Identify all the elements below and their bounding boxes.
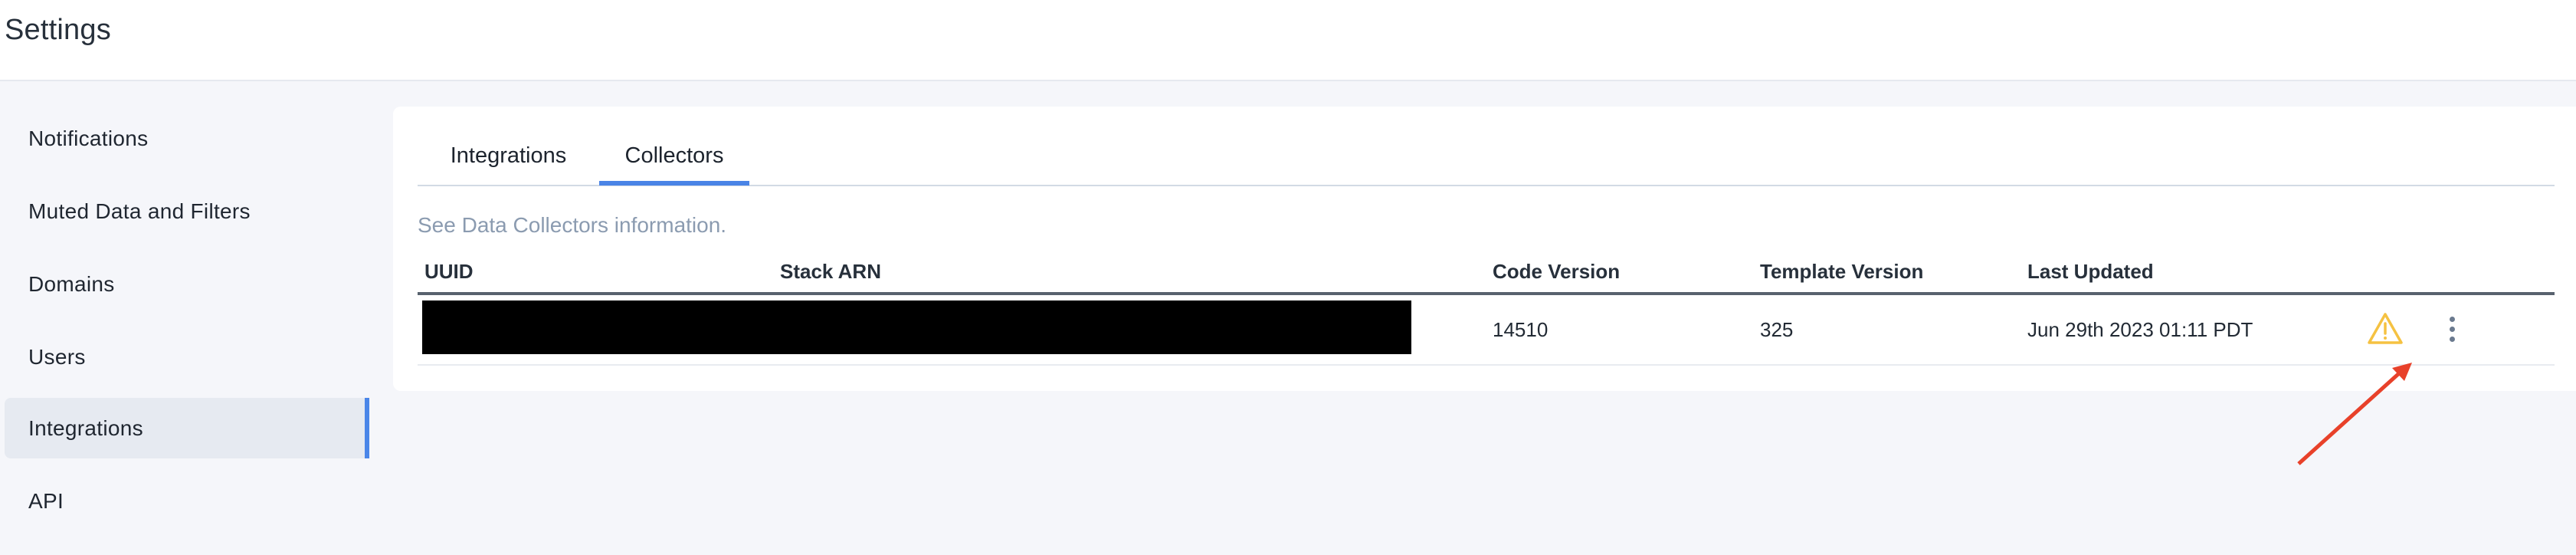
page-title: Settings	[5, 14, 111, 46]
sidebar-item-api[interactable]: API	[5, 471, 369, 531]
collectors-table: UUID Stack ARN Code Version Template Ver…	[418, 252, 2555, 366]
redacted-uuid-and-stack-arn	[422, 300, 1411, 354]
sidebar-item-integrations[interactable]: Integrations	[5, 398, 369, 458]
column-header-uuid[interactable]: UUID	[424, 260, 474, 284]
table-header: UUID Stack ARN Code Version Template Ver…	[418, 252, 2555, 295]
sidebar-item-notifications[interactable]: Notifications	[5, 108, 369, 169]
kebab-dot	[2449, 336, 2455, 342]
kebab-menu-icon[interactable]	[2440, 312, 2463, 346]
column-header-template-version[interactable]: Template Version	[1760, 260, 1923, 284]
column-header-stack-arn[interactable]: Stack ARN	[780, 260, 881, 284]
page-header: Settings	[0, 0, 2576, 81]
tab-label: Collectors	[624, 143, 724, 168]
kebab-dot	[2449, 326, 2455, 332]
template-version-cell: 325	[1760, 318, 1794, 341]
warning-icon[interactable]	[2367, 312, 2404, 346]
kebab-dot	[2449, 316, 2455, 322]
tab-collectors[interactable]: Collectors	[599, 139, 749, 186]
sidebar-item-users[interactable]: Users	[5, 327, 369, 387]
column-header-last-updated[interactable]: Last Updated	[2027, 260, 2154, 284]
integrations-panel: Integrations Collectors See Data Collect…	[393, 107, 2576, 391]
sidebar-item-domains[interactable]: Domains	[5, 254, 369, 314]
table-row: 14510 325 Jun 29th 2023 01:11 PDT	[418, 295, 2555, 366]
tab-integrations[interactable]: Integrations	[418, 139, 599, 185]
code-version-cell: 14510	[1493, 318, 1549, 341]
tab-label: Integrations	[450, 143, 567, 168]
collectors-description: See Data Collectors information.	[418, 213, 727, 237]
last-updated-cell: Jun 29th 2023 01:11 PDT	[2027, 318, 2253, 341]
tab-bar: Integrations Collectors	[418, 107, 2555, 186]
column-header-code-version[interactable]: Code Version	[1493, 260, 1620, 284]
sidebar-item-muted-data-and-filters[interactable]: Muted Data and Filters	[5, 181, 369, 241]
